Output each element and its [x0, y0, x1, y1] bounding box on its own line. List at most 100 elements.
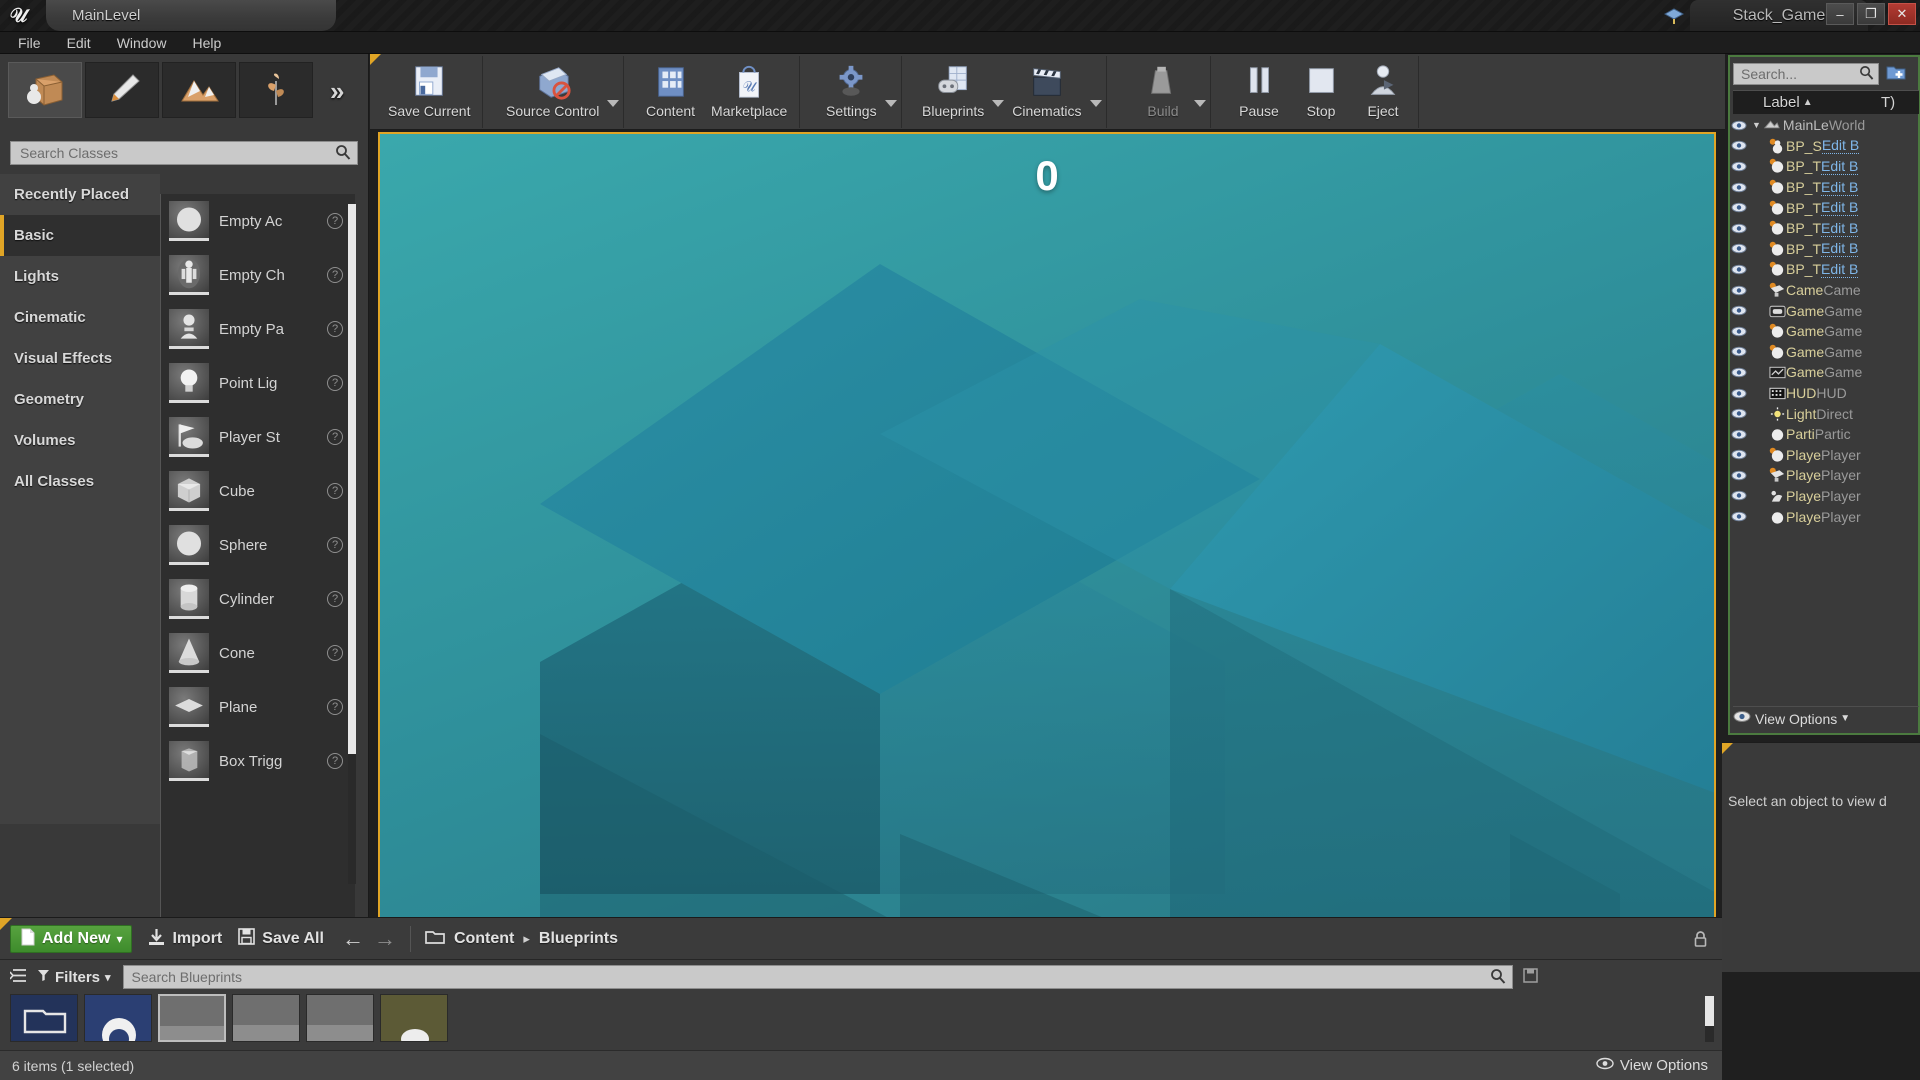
visibility-eye-icon[interactable] [1730, 120, 1748, 131]
search-classes-input[interactable]: Search Classes [10, 141, 358, 165]
outliner-row[interactable]: LightDirect [1730, 403, 1920, 424]
maximize-button[interactable]: ❐ [1857, 3, 1885, 25]
outliner-row[interactable]: PartiPartic [1730, 424, 1920, 445]
visibility-eye-icon[interactable] [1730, 388, 1748, 399]
minimize-button[interactable]: – [1826, 3, 1854, 25]
outliner-view-options[interactable]: View Options [1755, 711, 1837, 727]
outliner-row-type[interactable]: Edit B [1821, 179, 1858, 196]
visibility-eye-icon[interactable] [1730, 182, 1748, 193]
toolbar-button-pause[interactable]: Pause [1228, 56, 1290, 126]
toolbar-button-save-current[interactable]: Save Current [380, 56, 478, 126]
visibility-eye-icon[interactable] [1730, 140, 1748, 151]
placement-category-all-classes[interactable]: All Classes [0, 461, 160, 502]
chevron-down-icon[interactable]: ▼ [1840, 713, 1850, 724]
placement-category-cinematic[interactable]: Cinematic [0, 297, 160, 338]
placement-category-volumes[interactable]: Volumes [0, 420, 160, 461]
toolbar-button-stop[interactable]: Stop [1290, 56, 1352, 126]
content-asset-tile[interactable] [380, 994, 448, 1042]
visibility-eye-icon[interactable] [1730, 367, 1748, 378]
placement-asset-item[interactable]: Box Trigg? [161, 734, 355, 788]
placement-scrollbar[interactable] [348, 204, 356, 884]
toolbar-button-settings[interactable]: Settings [818, 56, 885, 126]
help-icon[interactable]: ? [327, 591, 343, 607]
placement-category-recently-placed[interactable]: Recently Placed [0, 174, 160, 215]
import-button[interactable]: Import [148, 928, 222, 950]
help-icon[interactable]: ? [327, 267, 343, 283]
toolbar-dropdown-caret-icon[interactable] [1194, 100, 1206, 107]
toolbar-button-cinematics[interactable]: Cinematics [1004, 56, 1089, 126]
outliner-row[interactable]: GameGame [1730, 321, 1920, 342]
visibility-eye-icon[interactable] [1730, 243, 1748, 254]
breadcrumb-blueprints[interactable]: Blueprints [539, 930, 618, 948]
breadcrumb-content[interactable]: Content [454, 930, 514, 948]
toolbar-button-build[interactable]: Build [1132, 56, 1194, 126]
outliner-row[interactable]: PlayePlayer [1730, 506, 1920, 527]
outliner-row[interactable]: GameGame [1730, 300, 1920, 321]
visibility-eye-icon[interactable] [1730, 470, 1748, 481]
foliage-tab[interactable] [239, 62, 313, 118]
placement-asset-item[interactable]: Cylinder? [161, 572, 355, 626]
menu-item-window[interactable]: Window [104, 32, 180, 54]
help-icon[interactable]: ? [327, 699, 343, 715]
toolbar-button-blueprints[interactable]: Blueprints [914, 56, 992, 126]
outliner-row[interactable]: GameGame [1730, 362, 1920, 383]
toolbar-button-source-control[interactable]: Source Control [498, 56, 607, 126]
visibility-eye-icon[interactable] [1730, 223, 1748, 234]
visibility-eye-icon[interactable] [1730, 202, 1748, 213]
toolbar-button-content[interactable]: Content [638, 56, 703, 126]
paint-tab[interactable] [85, 62, 159, 118]
toolbar-button-marketplace[interactable]: 𝒰Marketplace [703, 56, 795, 126]
outliner-row-type[interactable]: Edit B [1821, 261, 1858, 278]
content-asset-tile[interactable] [306, 994, 374, 1042]
expand-arrow-icon[interactable]: ▼ [1752, 120, 1761, 130]
placement-asset-item[interactable]: Player St? [161, 410, 355, 464]
help-icon[interactable]: ? [327, 483, 343, 499]
outliner-row[interactable]: BP_TEdit B [1730, 156, 1920, 177]
placement-asset-item[interactable]: Point Lig? [161, 356, 355, 410]
menu-item-edit[interactable]: Edit [54, 32, 104, 54]
lock-icon[interactable] [1693, 930, 1708, 952]
outliner-row[interactable]: ▼MainLeWorld [1730, 115, 1920, 136]
outliner-search-input[interactable]: Search... [1733, 63, 1879, 85]
placement-asset-item[interactable]: Plane? [161, 680, 355, 734]
outliner-row-type[interactable]: Edit B [1821, 220, 1858, 237]
content-asset-tile[interactable] [232, 994, 300, 1042]
help-icon[interactable]: ? [327, 429, 343, 445]
placement-category-geometry[interactable]: Geometry [0, 379, 160, 420]
visibility-eye-icon[interactable] [1730, 429, 1748, 440]
outliner-row[interactable]: CameCame [1730, 280, 1920, 301]
outliner-row-type[interactable]: Edit B [1821, 240, 1858, 257]
forward-arrow-icon[interactable]: → [374, 926, 396, 952]
level-tab[interactable]: MainLevel [46, 0, 336, 31]
outliner-row[interactable]: PlayePlayer [1730, 465, 1920, 486]
filters-button[interactable]: Filters ▾ [37, 969, 111, 986]
placement-category-basic[interactable]: Basic [0, 215, 160, 256]
content-view-options[interactable]: View Options [1596, 1057, 1708, 1074]
save-all-button[interactable]: Save All [238, 928, 324, 949]
outliner-row[interactable]: PlayePlayer [1730, 486, 1920, 507]
back-arrow-icon[interactable]: ← [342, 926, 364, 952]
close-button[interactable]: ✕ [1888, 3, 1916, 25]
visibility-eye-icon[interactable] [1730, 449, 1748, 460]
visibility-eye-icon[interactable] [1730, 285, 1748, 296]
help-icon[interactable]: ? [327, 321, 343, 337]
outliner-row[interactable]: HUDHUD [1730, 383, 1920, 404]
add-new-button[interactable]: Add New ▾ [10, 925, 132, 953]
sort-ascending-icon[interactable]: ▲ [1803, 97, 1813, 108]
level-viewport[interactable]: 0 [378, 132, 1716, 972]
content-asset-tile[interactable] [10, 994, 78, 1042]
placement-asset-item[interactable]: Cube? [161, 464, 355, 518]
outliner-row[interactable]: BP_TEdit B [1730, 218, 1920, 239]
add-folder-icon[interactable] [1885, 62, 1907, 86]
outliner-row-type[interactable]: Edit B [1822, 137, 1859, 154]
outliner-row[interactable]: BP_TEdit B [1730, 177, 1920, 198]
outliner-row-type[interactable]: Edit B [1821, 158, 1858, 175]
content-browser-scrollbar[interactable] [1705, 996, 1714, 1042]
visibility-eye-icon[interactable] [1730, 305, 1748, 316]
placement-asset-item[interactable]: Empty Ac? [161, 194, 355, 248]
visibility-eye-icon[interactable] [1730, 264, 1748, 275]
toolbar-dropdown-caret-icon[interactable] [885, 100, 897, 107]
help-icon[interactable]: ? [327, 537, 343, 553]
toolbar-button-eject[interactable]: Eject [1352, 56, 1414, 126]
content-asset-tile[interactable] [84, 994, 152, 1042]
